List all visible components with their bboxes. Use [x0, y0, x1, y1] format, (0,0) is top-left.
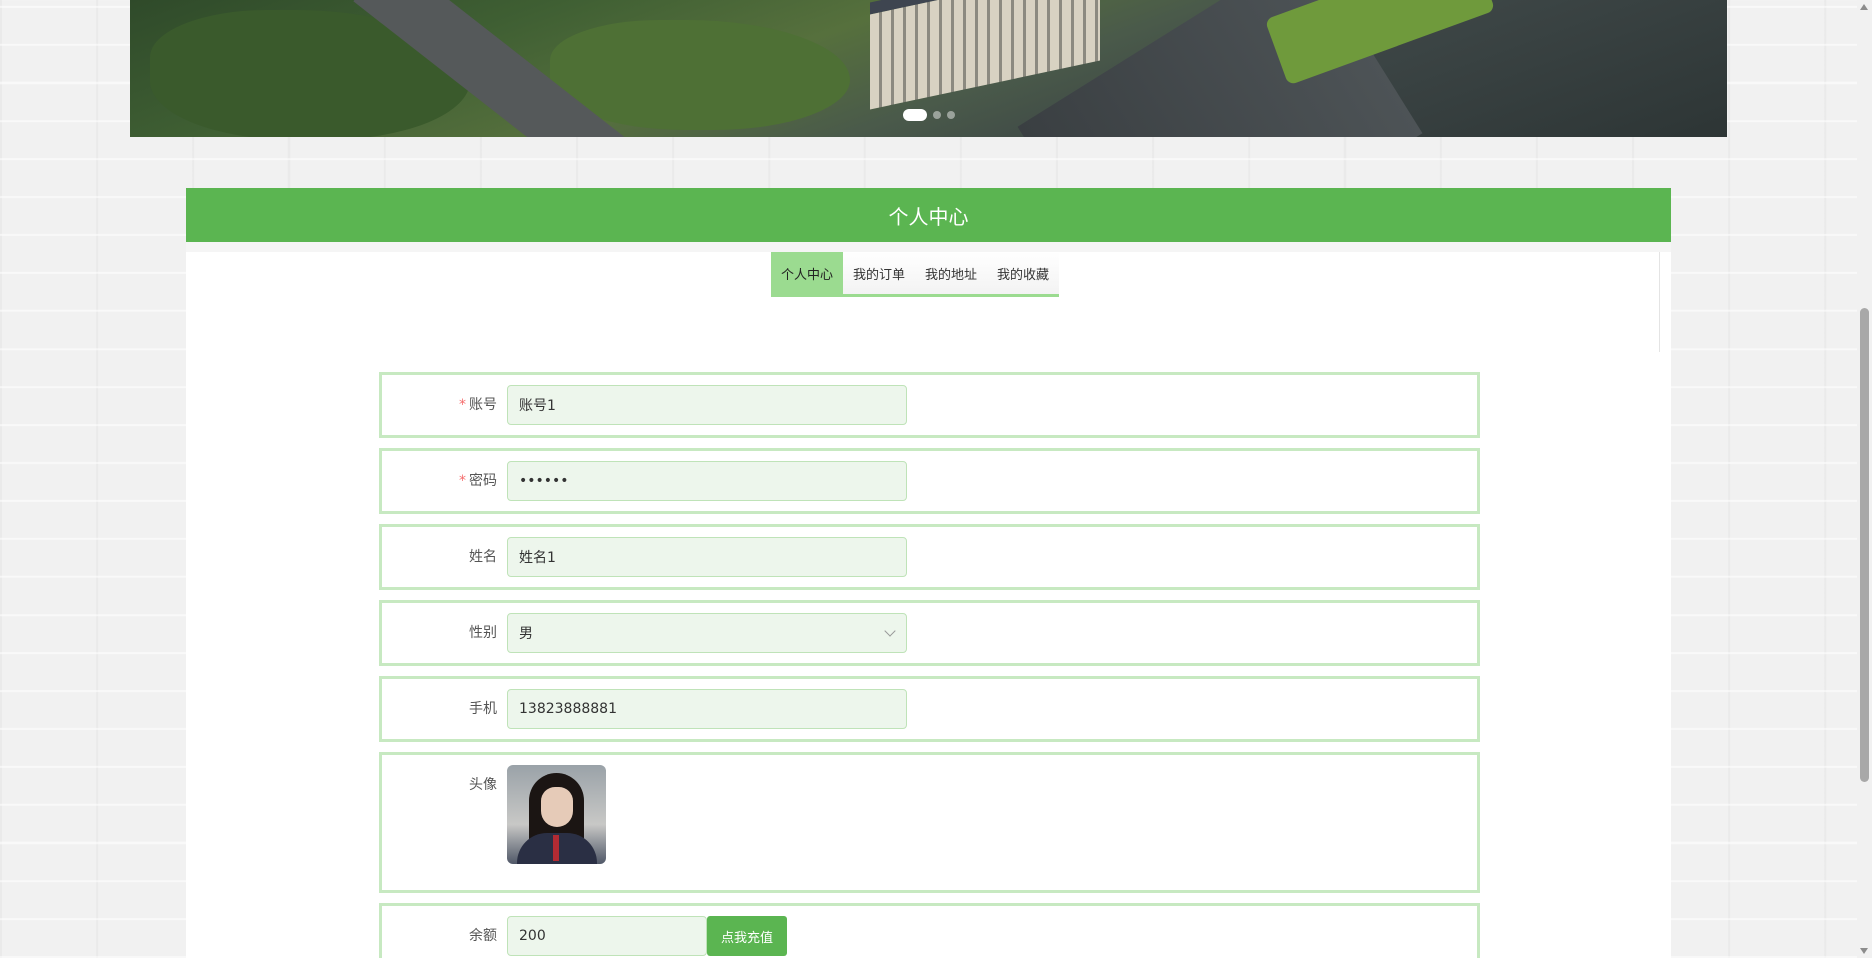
- required-mark: *: [459, 473, 466, 489]
- name-label: 姓名: [469, 549, 497, 565]
- chevron-down-icon: [884, 625, 896, 637]
- page-title: 个人中心: [186, 188, 1671, 242]
- page-scrollbar[interactable]: [1857, 0, 1872, 958]
- avatar-label: 头像: [469, 777, 497, 793]
- banner-carousel[interactable]: [130, 0, 1727, 137]
- carousel-indicators: [130, 109, 1727, 121]
- tab-my-favorites[interactable]: 我的收藏: [987, 252, 1060, 294]
- scroll-thumb[interactable]: [1860, 308, 1869, 782]
- phone-label: 手机: [469, 701, 497, 717]
- form-row-account: * 账号 账号1: [379, 372, 1480, 438]
- gender-label: 性别: [469, 625, 497, 641]
- scroll-up-icon[interactable]: [1860, 4, 1868, 10]
- tab-personal-center[interactable]: 个人中心: [771, 252, 844, 294]
- profile-tabs: 个人中心 我的订单 我的地址 我的收藏: [771, 252, 1060, 297]
- required-mark: *: [459, 397, 466, 413]
- carousel-dot-3[interactable]: [946, 111, 955, 119]
- recharge-button[interactable]: 点我充值: [707, 916, 788, 956]
- profile-form: * 账号 账号1 * 密码 •••••• 姓名 姓名1 性别 男 手机 138238…: [379, 372, 1480, 958]
- form-row-avatar: 头像: [379, 752, 1480, 893]
- form-row-balance: 余额 200 点我充值: [379, 903, 1480, 958]
- banner-building-image: [870, 0, 1100, 110]
- name-input[interactable]: 姓名1: [507, 537, 907, 577]
- avatar-upload[interactable]: [507, 765, 606, 864]
- form-row-password: * 密码 ••••••: [379, 448, 1480, 514]
- gender-select[interactable]: 男: [507, 613, 907, 653]
- balance-label: 余额: [469, 928, 497, 944]
- phone-input[interactable]: 13823888881: [507, 689, 907, 729]
- form-row-phone: 手机 13823888881: [379, 676, 1480, 742]
- password-label: * 密码: [459, 473, 497, 489]
- password-input[interactable]: ••••••: [507, 461, 907, 501]
- tab-my-addresses[interactable]: 我的地址: [915, 252, 988, 294]
- form-row-gender: 性别 男: [379, 600, 1480, 666]
- carousel-dot-1[interactable]: [902, 109, 927, 121]
- balance-input[interactable]: 200: [507, 916, 707, 956]
- account-label: * 账号: [459, 397, 497, 413]
- account-input[interactable]: 账号1: [507, 385, 907, 425]
- form-row-name: 姓名 姓名1: [379, 524, 1480, 590]
- gender-select-value: 男: [519, 626, 533, 642]
- personal-center-panel: 个人中心 个人中心 我的订单 我的地址 我的收藏 * 账号 账号1 * 密码 •••…: [186, 188, 1671, 958]
- scroll-down-icon[interactable]: [1860, 948, 1868, 954]
- tab-my-orders[interactable]: 我的订单: [843, 252, 916, 294]
- carousel-dot-2[interactable]: [932, 111, 941, 119]
